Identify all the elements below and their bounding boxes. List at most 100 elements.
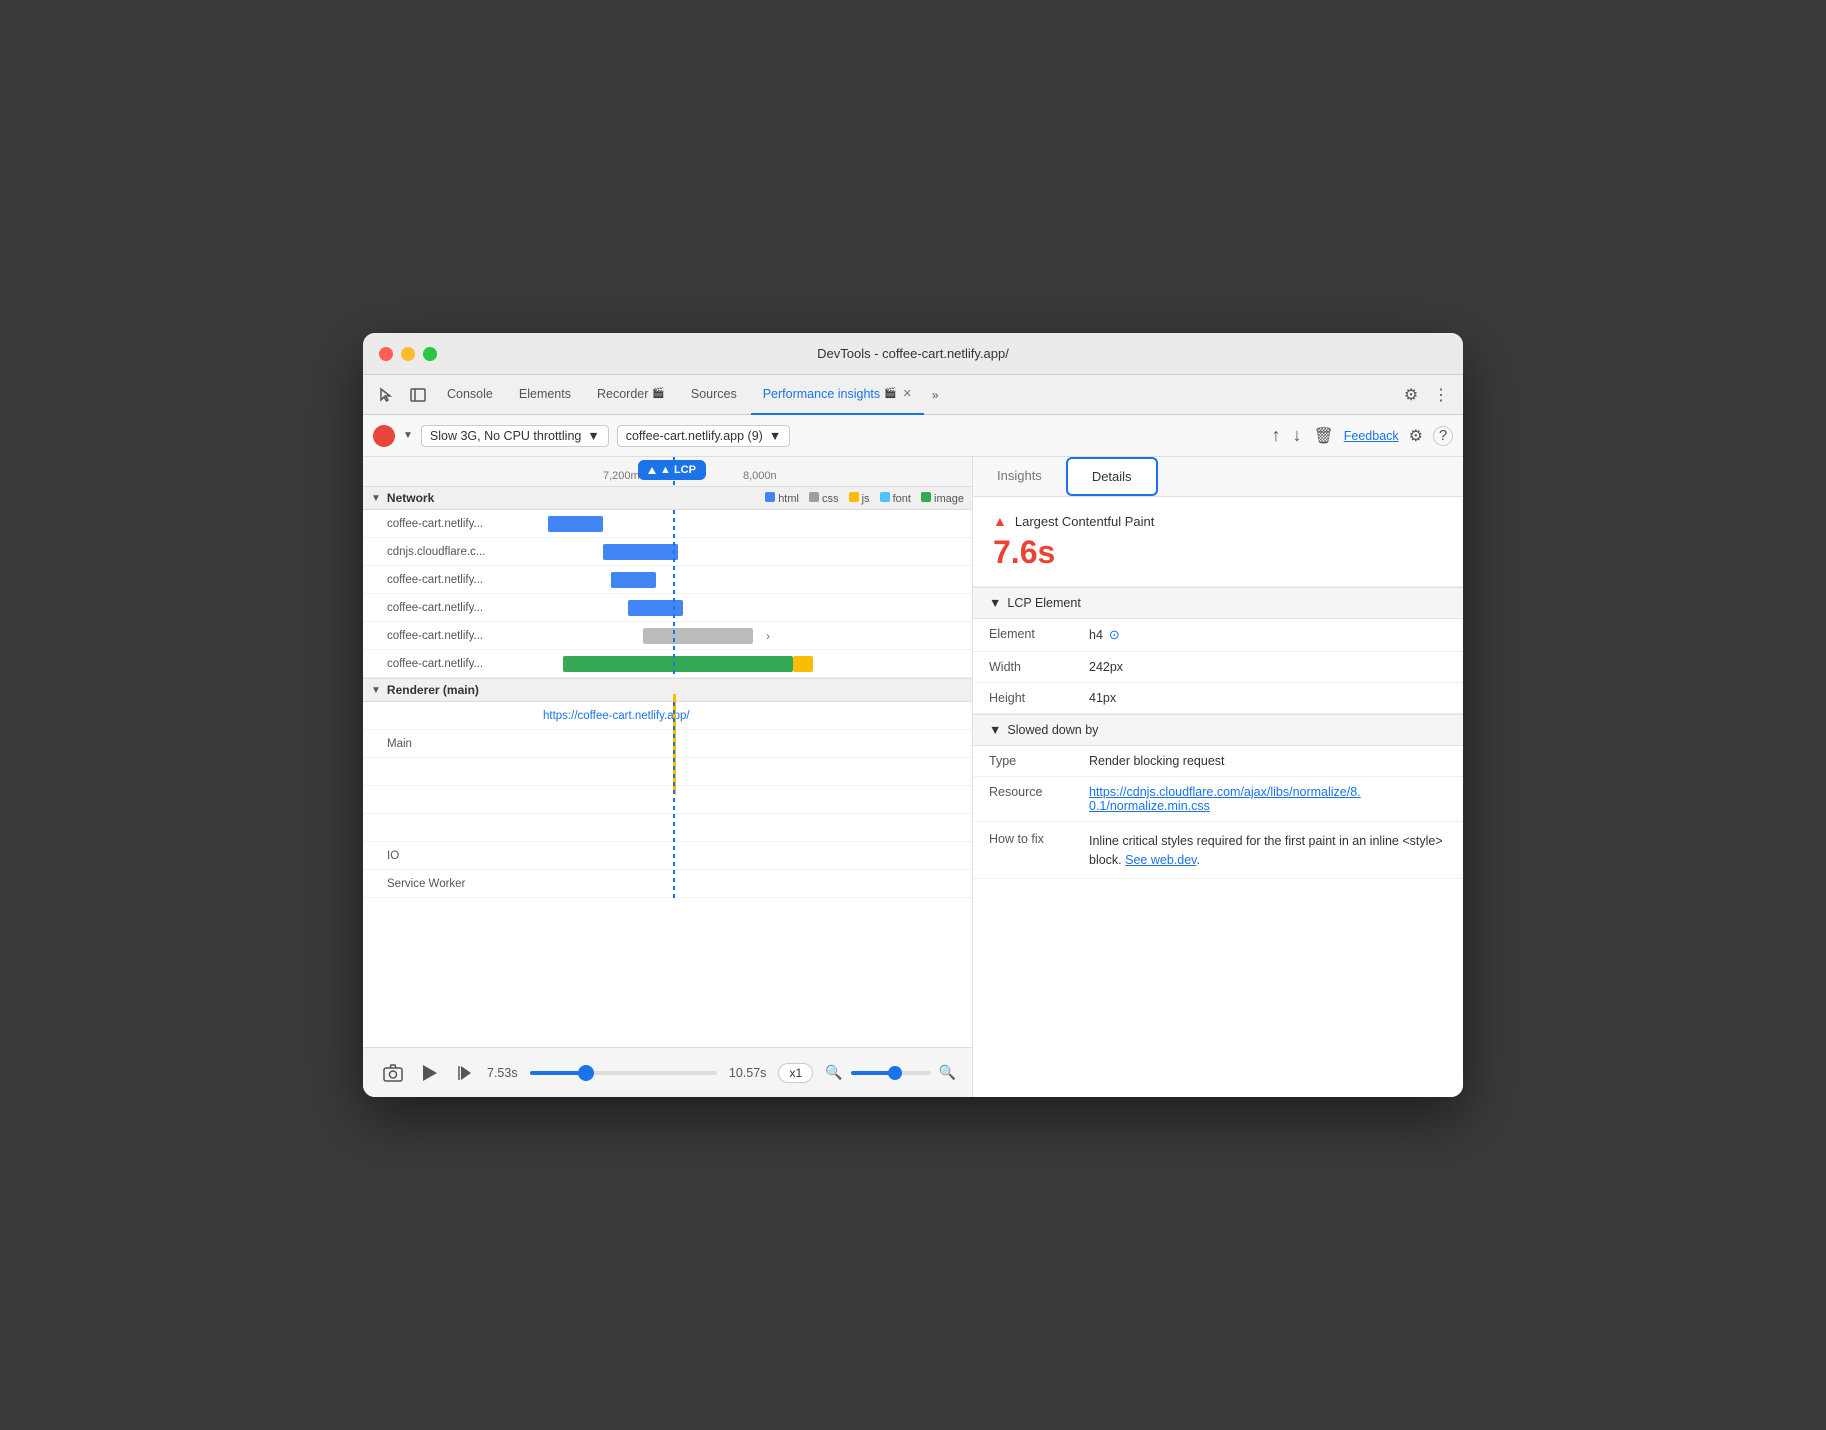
row-label-5: coffee-cart.netlify... <box>363 658 543 670</box>
secondary-toolbar: ▼ Slow 3G, No CPU throttling ▼ coffee-ca… <box>363 415 1463 457</box>
main-thread-bar <box>673 694 676 794</box>
download-button[interactable]: ↓ <box>1290 423 1303 448</box>
performance-icon: 🎬 <box>884 388 896 399</box>
right-content: ▲ Largest Contentful Paint 7.6s ▼ LCP El… <box>973 497 1463 1097</box>
bottom-controls: 7.53s 10.57s x1 🔍 🔍 <box>363 1047 972 1097</box>
tab-details[interactable]: Details <box>1066 457 1158 496</box>
cursor-icon-button[interactable] <box>371 380 401 410</box>
element-inspect-icon[interactable]: ⊙ <box>1109 627 1120 643</box>
devtools-tab-bar: Console Elements Recorder 🎬 Sources Perf… <box>363 375 1463 415</box>
legend-image: image <box>921 492 964 505</box>
tab-console[interactable]: Console <box>435 375 505 415</box>
renderer-sw-label: Service Worker <box>363 878 543 890</box>
renderer-io-label: IO <box>363 850 543 862</box>
right-tab-bar: Insights Details <box>973 457 1463 497</box>
tab-performance-insights[interactable]: Performance insights 🎬 ✕ <box>751 375 924 415</box>
slowed-section-header: ▼ Slowed down by <box>973 714 1463 746</box>
renderer-section-header: ▼ Renderer (main) <box>363 679 972 702</box>
feedback-link[interactable]: Feedback <box>1344 429 1399 443</box>
see-web-dev-link[interactable]: See web.dev <box>1125 853 1196 867</box>
row-label-3: coffee-cart.netlify... <box>363 602 543 614</box>
resource-row: Resource https://cdnjs.cloudflare.com/aj… <box>973 777 1463 822</box>
zoom-in-icon[interactable]: 🔍 <box>939 1064 956 1081</box>
row-label-0: coffee-cart.netlify... <box>363 518 543 530</box>
table-row: cdnjs.cloudflare.c... <box>363 538 972 566</box>
tab-overflow-button[interactable]: » <box>926 384 945 406</box>
time-end-label: 10.57s <box>729 1066 767 1080</box>
slowed-section-title: Slowed down by <box>1007 723 1098 737</box>
camera-button[interactable] <box>379 1060 407 1086</box>
row-label-4: coffee-cart.netlify... <box>363 630 543 642</box>
toolbar-settings-icon[interactable]: ⚙ <box>1407 424 1425 448</box>
row-bar-area-0 <box>543 510 972 537</box>
list-item: Service Worker <box>363 870 972 898</box>
upload-button[interactable]: ↑ <box>1269 423 1282 448</box>
network-section-title: Network <box>387 491 434 505</box>
renderer-section-title: Renderer (main) <box>387 683 479 697</box>
row-bar-area-4: › <box>543 622 972 649</box>
zoom-out-icon[interactable]: 🔍 <box>825 1064 842 1081</box>
bar-1 <box>603 544 678 560</box>
title-bar: DevTools - coffee-cart.netlify.app/ <box>363 333 1463 375</box>
dock-icon-button[interactable] <box>403 380 433 410</box>
resource-link[interactable]: https://cdnjs.cloudflare.com/ajax/libs/n… <box>1089 785 1369 813</box>
lcp-badge-label: ▲ LCP <box>660 464 696 476</box>
resource-key: Resource <box>989 785 1089 813</box>
bar-2 <box>611 572 656 588</box>
target-select[interactable]: coffee-cart.netlify.app (9) ▼ <box>617 425 790 447</box>
toolbar-help-icon[interactable]: ? <box>1433 426 1453 446</box>
tab-sources[interactable]: Sources <box>679 375 749 415</box>
timeline-fill <box>363 898 972 1047</box>
more-options-button[interactable]: ⋮ <box>1427 381 1455 409</box>
row-label-1: cdnjs.cloudflare.c... <box>363 546 543 558</box>
row-chevron-4[interactable]: › <box>758 626 778 646</box>
width-val: 242px <box>1089 660 1123 674</box>
how-to-fix-content: Inline critical styles required for the … <box>1089 832 1447 870</box>
throttle-dropdown-arrow: ▼ <box>587 429 599 443</box>
element-row: Element h4 ⊙ <box>973 619 1463 652</box>
renderer-url-link[interactable]: https://coffee-cart.netlify.app/ <box>543 710 690 722</box>
window-title: DevTools - coffee-cart.netlify.app/ <box>817 346 1009 361</box>
list-item <box>363 758 972 786</box>
row-bar-area-2 <box>543 566 972 593</box>
speed-badge[interactable]: x1 <box>778 1063 813 1083</box>
record-button[interactable] <box>373 425 395 447</box>
zoom-slider[interactable] <box>851 1071 931 1075</box>
minimize-button[interactable] <box>401 347 415 361</box>
type-val: Render blocking request <box>1089 754 1225 768</box>
main-area: 7,200ms 8,000n ▲ LCP ▼ Network html cs <box>363 457 1463 1097</box>
trash-button[interactable]: 🗑 <box>1311 424 1335 448</box>
list-item: IO <box>363 842 972 870</box>
lcp-title: Largest Contentful Paint <box>1015 514 1154 529</box>
lcp-element-expand-icon[interactable]: ▼ <box>989 596 1001 610</box>
tab-recorder[interactable]: Recorder 🎬 <box>585 375 677 415</box>
row-bar-area-3 <box>543 594 972 621</box>
lcp-element-section-header: ▼ LCP Element <box>973 587 1463 619</box>
close-button[interactable] <box>379 347 393 361</box>
legend-html: html <box>765 492 799 505</box>
right-panel: Insights Details ▲ Largest Contentful Pa… <box>973 457 1463 1097</box>
tab-close-icon[interactable]: ✕ <box>903 387 912 400</box>
lcp-element-title: LCP Element <box>1007 596 1080 610</box>
tab-insights[interactable]: Insights <box>973 457 1066 496</box>
throttle-select[interactable]: Slow 3G, No CPU throttling ▼ <box>421 425 609 447</box>
maximize-button[interactable] <box>423 347 437 361</box>
timeline-scrubber[interactable] <box>530 1071 717 1075</box>
slider-thumb <box>578 1065 594 1081</box>
table-row: coffee-cart.netlify... <box>363 510 972 538</box>
settings-gear-button[interactable]: ⚙ <box>1397 381 1425 409</box>
record-dropdown-arrow[interactable]: ▼ <box>403 430 413 441</box>
network-expand-icon[interactable]: ▼ <box>371 493 381 504</box>
how-to-fix-row: How to fix Inline critical styles requir… <box>973 822 1463 879</box>
renderer-expand-icon[interactable]: ▼ <box>371 685 381 696</box>
lcp-insight-card: ▲ Largest Contentful Paint 7.6s <box>973 497 1463 587</box>
legend-font: font <box>880 492 911 505</box>
skip-start-button[interactable] <box>453 1061 475 1085</box>
type-row: Type Render blocking request <box>973 746 1463 777</box>
play-button[interactable] <box>419 1061 441 1085</box>
width-key: Width <box>989 660 1089 674</box>
slowed-expand-icon[interactable]: ▼ <box>989 723 1001 737</box>
row-label-2: coffee-cart.netlify... <box>363 574 543 586</box>
tab-elements[interactable]: Elements <box>507 375 583 415</box>
timeline-ruler: 7,200ms 8,000n ▲ LCP <box>363 457 972 487</box>
